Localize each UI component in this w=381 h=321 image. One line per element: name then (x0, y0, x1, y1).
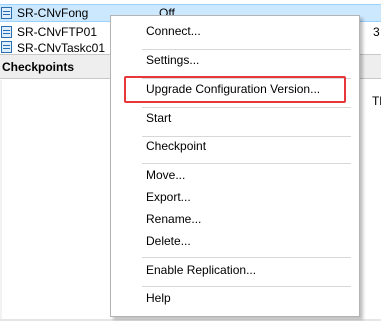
menu-separator (142, 163, 351, 164)
menu-item-settings[interactable]: Settings... (146, 50, 199, 70)
menu-separator (142, 107, 351, 108)
context-menu: Connect... Settings... Upgrade Configura… (110, 15, 360, 317)
menu-item-help[interactable]: Help (146, 288, 171, 308)
menu-item-start[interactable]: Start (146, 108, 171, 128)
virtual-machine-icon (1, 7, 12, 19)
panel-title: Checkpoints (2, 59, 75, 74)
cut-off-panel-text: Th (372, 94, 381, 108)
menu-item-enable-replication[interactable]: Enable Replication... (146, 260, 256, 280)
menu-item-connect[interactable]: Connect... (146, 21, 201, 41)
panel-left-edge (0, 80, 2, 321)
menu-item-delete[interactable]: Delete... (146, 231, 191, 251)
virtual-machine-icon (1, 26, 12, 38)
highlight-box (124, 76, 346, 103)
menu-item-rename[interactable]: Rename... (146, 209, 201, 229)
menu-item-checkpoint[interactable]: Checkpoint (146, 136, 206, 156)
menu-separator (142, 286, 351, 287)
virtual-machine-icon (1, 41, 12, 53)
cut-off-column-text: 3 (373, 25, 380, 39)
menu-separator (142, 257, 351, 258)
menu-item-export[interactable]: Export... (146, 187, 191, 207)
menu-item-move[interactable]: Move... (146, 165, 185, 185)
